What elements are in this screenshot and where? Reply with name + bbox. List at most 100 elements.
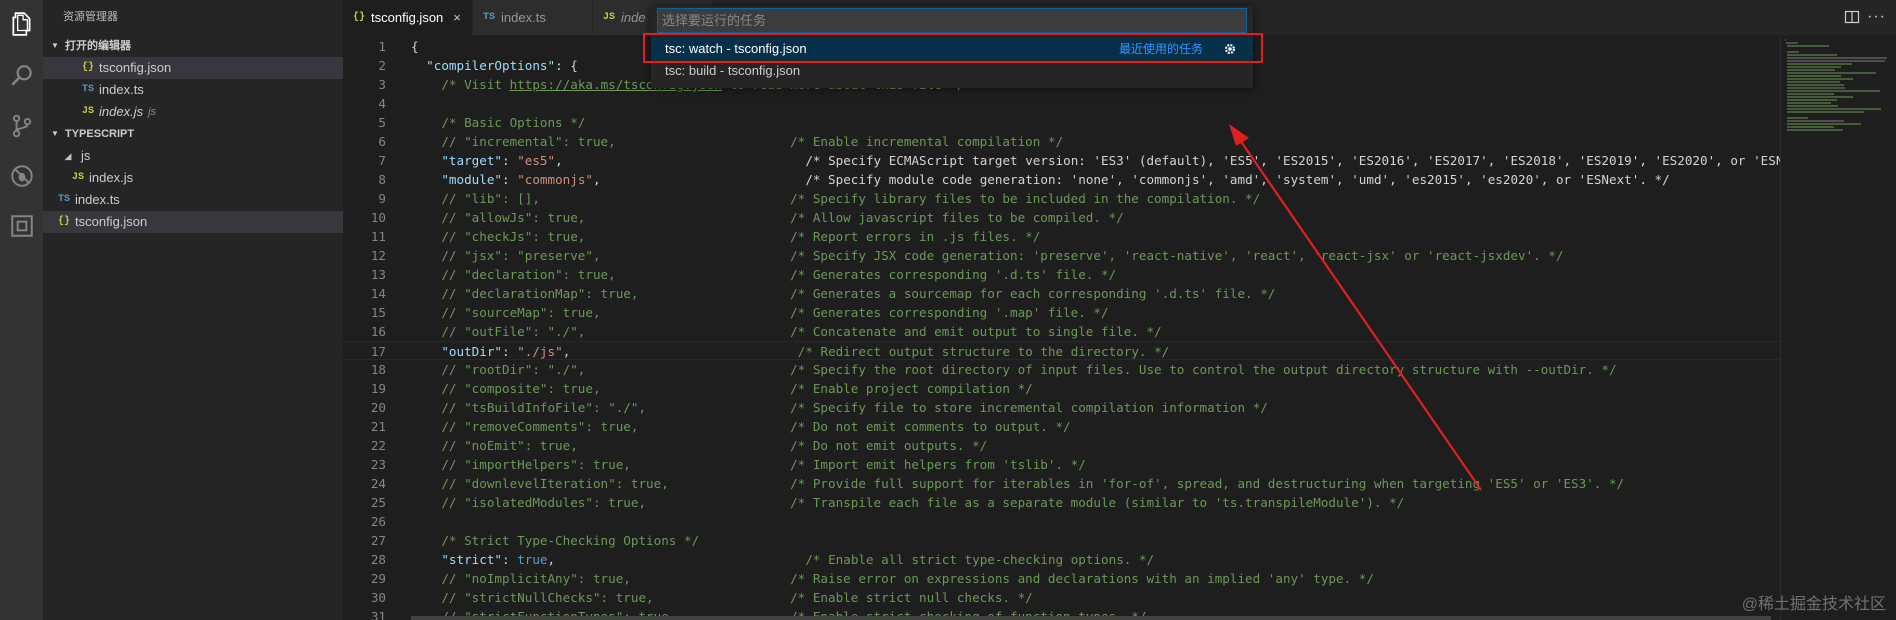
code-token: // "noEmit": true, /* Do not emit output… <box>411 438 988 453</box>
extensions-icon[interactable] <box>0 204 43 247</box>
code-line[interactable]: 26 <box>343 512 1780 531</box>
line-number: 26 <box>370 514 386 529</box>
explorer-icon[interactable] <box>0 2 43 45</box>
code-line[interactable]: 13 // "declaration": true, /* Generates … <box>343 265 1780 284</box>
minimap-line <box>1787 105 1839 107</box>
open-editors-section[interactable]: ▼ 打开的编辑器 <box>43 35 343 57</box>
code-line[interactable]: 28 "strict": true, /* Enable all strict … <box>343 550 1780 569</box>
project-section[interactable]: ▼ TYPESCRIPT <box>43 123 343 145</box>
debug-icon[interactable] <box>0 154 43 197</box>
line-number: 9 <box>378 191 386 206</box>
line-number: 13 <box>370 267 386 282</box>
code-editor[interactable]: 1{2 "compilerOptions": {3 /* Visit https… <box>343 35 1780 620</box>
minimap-line <box>1787 126 1835 128</box>
code-text: /* Strict Type-Checking Options */ <box>411 531 699 550</box>
code-line[interactable]: 24 // "downlevelIteration": true, /* Pro… <box>343 474 1780 493</box>
code-line[interactable]: 5 /* Basic Options */ <box>343 113 1780 132</box>
code-line[interactable]: 20 // "tsBuildInfoFile": "./", /* Specif… <box>343 398 1780 417</box>
split-editor-icon[interactable] <box>1844 9 1860 25</box>
line-number: 4 <box>378 96 386 111</box>
code-line[interactable]: 22 // "noEmit": true, /* Do not emit out… <box>343 436 1780 455</box>
code-token: // "tsBuildInfoFile": "./", /* Specify f… <box>411 400 1268 415</box>
task-search-input[interactable] <box>658 9 1246 32</box>
code-line[interactable]: 15 // "sourceMap": true, /* Generates co… <box>343 303 1780 322</box>
open-editor-item[interactable]: JS index.js js <box>43 101 343 123</box>
close-icon[interactable]: × <box>453 0 461 35</box>
chevron-down-icon: ◢ <box>64 151 72 161</box>
code-text: // "downlevelIteration": true, /* Provid… <box>411 474 1624 493</box>
ts-file-icon: TS <box>57 194 70 205</box>
open-editor-item[interactable]: TS index.ts <box>43 79 343 101</box>
code-line[interactable]: 6 // "incremental": true, /* Enable incr… <box>343 132 1780 151</box>
minimap-line <box>1787 66 1842 68</box>
open-editor-label: index.js <box>99 104 144 119</box>
tree-item[interactable]: {} tsconfig.json <box>43 211 343 233</box>
line-number: 17 <box>370 344 386 359</box>
code-line[interactable]: 7 "target": "es5", /* Specify ECMAScript… <box>343 151 1780 170</box>
line-number: 19 <box>370 381 386 396</box>
source-control-icon[interactable] <box>0 104 43 147</box>
code-line[interactable]: 21 // "removeComments": true, /* Do not … <box>343 417 1780 436</box>
code-line[interactable]: 18 // "rootDir": "./", /* Specify the ro… <box>343 360 1780 379</box>
line-number: 23 <box>370 457 386 472</box>
search-icon[interactable] <box>0 54 43 97</box>
minimap-line <box>1787 63 1853 65</box>
tree-item-label: tsconfig.json <box>75 214 148 229</box>
tab-tsconfig[interactable]: {} tsconfig.json × <box>343 0 473 35</box>
code-line[interactable]: 29 // "noImplicitAny": true, /* Raise er… <box>343 569 1780 588</box>
horizontal-scrollbar[interactable] <box>411 616 1771 620</box>
code-token: // "noImplicitAny": true, /* Raise error… <box>411 571 1374 586</box>
code-line[interactable]: 25 // "isolatedModules": true, /* Transp… <box>343 493 1780 512</box>
line-number: 10 <box>370 210 386 225</box>
minimap-line <box>1787 117 1808 119</box>
code-line[interactable]: 14 // "declarationMap": true, /* Generat… <box>343 284 1780 303</box>
tree-folder-label: js <box>81 148 91 163</box>
code-line[interactable]: 8 "module": "commonjs", /* Specify modul… <box>343 170 1780 189</box>
code-line[interactable]: 4 <box>343 94 1780 113</box>
open-editor-item[interactable]: {} tsconfig.json <box>43 57 343 79</box>
code-token: // "incremental": true, /* Enable increm… <box>411 134 1064 149</box>
code-token: // "composite": true, /* Enable project … <box>411 381 1033 396</box>
minimap[interactable] <box>1780 35 1896 620</box>
code-line[interactable]: 9 // "lib": [], /* Specify library files… <box>343 189 1780 208</box>
more-actions-icon[interactable]: ··· <box>1867 8 1886 26</box>
code-line[interactable]: 30 // "strictNullChecks": true, /* Enabl… <box>343 588 1780 607</box>
line-number: 21 <box>370 419 386 434</box>
tree-folder[interactable]: ◢ js <box>43 145 343 167</box>
minimap-line <box>1787 87 1845 89</box>
js-file-icon: JS <box>71 172 84 183</box>
line-number: 20 <box>370 400 386 415</box>
code-line[interactable]: 23 // "importHelpers": true, /* Import e… <box>343 455 1780 474</box>
minimap-line <box>1787 90 1881 92</box>
code-token: // "rootDir": "./", /* Specify the root … <box>411 362 1617 377</box>
tree-item[interactable]: JS index.js <box>43 167 343 189</box>
code-line[interactable]: 27 /* Strict Type-Checking Options */ <box>343 531 1780 550</box>
tree-item[interactable]: TS index.ts <box>43 189 343 211</box>
code-token: // "outFile": "./", /* Concatenate and e… <box>411 324 1162 339</box>
minimap-line <box>1787 120 1844 122</box>
code-token: /* Visit <box>411 77 510 92</box>
code-line[interactable]: 19 // "composite": true, /* Enable proje… <box>343 379 1780 398</box>
minimap-line <box>1787 45 1829 47</box>
minimap-line <box>1787 72 1877 74</box>
code-token: /* Basic Options */ <box>411 115 586 130</box>
code-text: "compilerOptions": { <box>411 56 578 75</box>
code-text: // "lib": [], /* Specify library files t… <box>411 189 1260 208</box>
tab-index-ts[interactable]: TS index.ts <box>473 0 593 35</box>
code-line[interactable]: 17 "outDir": "./js", /* Redirect output … <box>343 341 1780 360</box>
task-item-build[interactable]: tsc: build - tsconfig.json <box>651 60 1253 82</box>
explorer-sidebar: 资源管理器 ▼ 打开的编辑器 {} tsconfig.json TS index… <box>43 0 343 620</box>
code-line[interactable]: 12 // "jsx": "preserve", /* Specify JSX … <box>343 246 1780 265</box>
code-text: "strict": true, /* Enable all strict typ… <box>411 550 1154 569</box>
code-token: "./js" <box>517 344 563 359</box>
json-file-icon: {} <box>81 62 94 73</box>
minimap-line <box>1785 39 1786 41</box>
code-text: // "tsBuildInfoFile": "./", /* Specify f… <box>411 398 1268 417</box>
code-line[interactable]: 11 // "checkJs": true, /* Report errors … <box>343 227 1780 246</box>
code-line[interactable]: 16 // "outFile": "./", /* Concatenate an… <box>343 322 1780 341</box>
js-file-icon: JS <box>81 106 94 117</box>
code-line[interactable]: 10 // "allowJs": true, /* Allow javascri… <box>343 208 1780 227</box>
code-text: // "incremental": true, /* Enable increm… <box>411 132 1063 151</box>
